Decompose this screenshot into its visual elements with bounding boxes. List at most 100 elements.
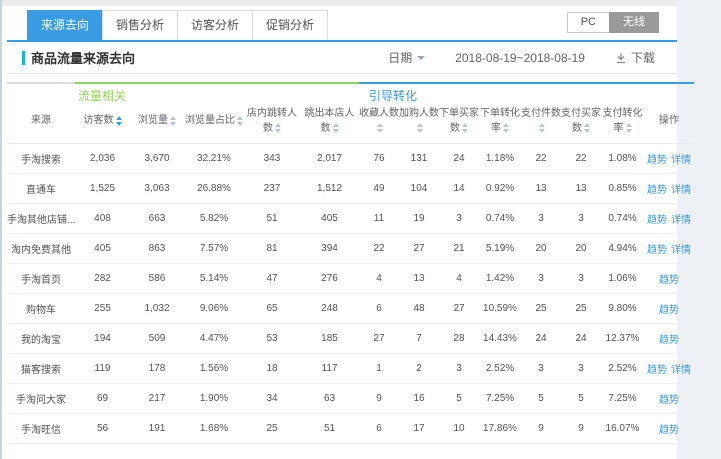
wireless-toggle-button[interactable]: 无线 <box>609 12 659 33</box>
column-header-2[interactable]: 浏览量 <box>130 104 184 144</box>
value-cell: 1.90% <box>184 384 244 414</box>
value-cell: 7 <box>399 324 439 354</box>
tab-source-destination[interactable]: 来源去向 <box>27 10 103 40</box>
column-label: 下单转化率 <box>480 108 520 134</box>
sort-icon[interactable] <box>116 116 122 126</box>
value-cell: 48 <box>399 294 439 324</box>
value-cell: 1.08% <box>601 144 644 174</box>
sort-icon[interactable] <box>170 116 176 126</box>
value-cell: 3 <box>521 204 561 234</box>
detail-link[interactable]: 详情 <box>671 215 691 226</box>
column-header-10[interactable]: 支付件数 <box>521 104 561 144</box>
source-cell: 手淘首页 <box>7 264 75 294</box>
value-cell: 25 <box>244 414 300 444</box>
column-header-4[interactable]: 店内跳转人数 <box>244 104 300 144</box>
download-button[interactable]: 下载 <box>615 49 655 66</box>
trend-link[interactable]: 趋势 <box>659 425 679 436</box>
column-header-12[interactable]: 支付转化率 <box>601 104 644 144</box>
sort-icon[interactable] <box>275 123 281 133</box>
actions-cell: 趋势 <box>644 414 694 444</box>
detail-link[interactable]: 详情 <box>671 365 691 376</box>
sort-icon[interactable] <box>237 116 243 126</box>
sort-icon[interactable] <box>503 123 509 133</box>
value-cell: 47 <box>244 264 300 294</box>
trend-link[interactable]: 趋势 <box>659 335 679 346</box>
value-cell: 1,512 <box>300 174 359 204</box>
value-cell: 5 <box>439 384 479 414</box>
column-header-9[interactable]: 下单转化率 <box>479 104 521 144</box>
value-cell: 194 <box>75 324 130 354</box>
value-cell: 10.59% <box>479 294 521 324</box>
pc-toggle-button[interactable]: PC <box>567 12 609 33</box>
sort-icon[interactable] <box>333 123 339 133</box>
column-header-13: 操作 <box>644 104 694 144</box>
value-cell: 0.85% <box>601 174 644 204</box>
trend-link[interactable]: 趋势 <box>659 275 679 286</box>
sort-icon[interactable] <box>626 123 632 133</box>
device-toggle: PC 无线 <box>567 12 659 33</box>
value-cell: 9.80% <box>601 294 644 324</box>
value-cell: 4 <box>359 264 399 294</box>
column-header-1[interactable]: 访客数 <box>75 104 130 144</box>
value-cell: 27 <box>359 324 399 354</box>
detail-link[interactable]: 详情 <box>671 155 691 166</box>
value-cell: 9 <box>561 414 601 444</box>
column-header-3[interactable]: 浏览量占比 <box>184 104 244 144</box>
trend-link[interactable]: 趋势 <box>647 185 667 196</box>
value-cell: 3,670 <box>130 144 184 174</box>
detail-link[interactable]: 详情 <box>671 245 691 256</box>
table-row: 手淘首页2825865.14%4727641341.42%331.06%趋势 <box>7 264 694 294</box>
trend-link[interactable]: 趋势 <box>647 245 667 256</box>
sort-icon[interactable] <box>462 123 468 133</box>
value-cell: 1,525 <box>75 174 130 204</box>
trend-link[interactable]: 趋势 <box>659 305 679 316</box>
column-header-6[interactable]: 收藏人数 <box>359 104 399 144</box>
tab-promotion-analysis[interactable]: 促销分析 <box>252 10 328 40</box>
sort-icon[interactable] <box>417 123 423 133</box>
sort-icon[interactable] <box>377 123 383 133</box>
value-cell: 69 <box>75 384 130 414</box>
value-cell: 3 <box>439 354 479 384</box>
value-cell: 28 <box>439 324 479 354</box>
column-header-row: 来源访客数浏览量浏览量占比店内跳转人数跳出本店人数收藏人数加购人数下单买家数下单… <box>7 104 694 144</box>
value-cell: 21 <box>439 234 479 264</box>
value-cell: 2.52% <box>479 354 521 384</box>
source-cell: 手淘其他店铺... <box>7 204 75 234</box>
column-header-11[interactable]: 支付买家数 <box>561 104 601 144</box>
value-cell: 6 <box>359 414 399 444</box>
value-cell: 3 <box>521 264 561 294</box>
column-label: 支付转化率 <box>603 108 643 134</box>
column-label: 加购人数 <box>399 108 439 119</box>
detail-link[interactable]: 详情 <box>671 185 691 196</box>
value-cell: 13 <box>399 264 439 294</box>
value-cell: 1.42% <box>479 264 521 294</box>
value-cell: 56 <box>75 414 130 444</box>
table-row: 手淘其他店铺...4086635.82%51405111930.74%330.7… <box>7 204 694 234</box>
tab-visitor-analysis[interactable]: 访客分析 <box>177 10 253 40</box>
trend-link[interactable]: 趋势 <box>659 395 679 406</box>
date-range[interactable]: 2018-08-19~2018-08-19 <box>455 51 585 65</box>
value-cell: 1.18% <box>479 144 521 174</box>
column-header-7[interactable]: 加购人数 <box>399 104 439 144</box>
trend-link[interactable]: 趋势 <box>647 155 667 166</box>
trend-link[interactable]: 趋势 <box>647 215 667 226</box>
tab-bar: 来源去向 销售分析 访客分析 促销分析 PC 无线 <box>7 6 677 42</box>
value-cell: 9 <box>359 384 399 414</box>
trend-link[interactable]: 趋势 <box>647 365 667 376</box>
value-cell: 53 <box>244 324 300 354</box>
value-cell: 3,063 <box>130 174 184 204</box>
source-cell: 直通车 <box>7 174 75 204</box>
sort-icon[interactable] <box>539 123 545 133</box>
tab-sales-analysis[interactable]: 销售分析 <box>102 10 178 40</box>
value-cell: 255 <box>75 294 130 324</box>
date-dropdown[interactable]: 日期 <box>388 49 425 66</box>
value-cell: 34 <box>244 384 300 414</box>
value-cell: 0.74% <box>601 204 644 234</box>
value-cell: 131 <box>399 144 439 174</box>
column-header-5[interactable]: 跳出本店人数 <box>300 104 359 144</box>
value-cell: 65 <box>244 294 300 324</box>
column-header-0: 来源 <box>7 104 75 144</box>
column-header-8[interactable]: 下单买家数 <box>439 104 479 144</box>
sort-icon[interactable] <box>584 123 590 133</box>
value-cell: 7.25% <box>601 384 644 414</box>
